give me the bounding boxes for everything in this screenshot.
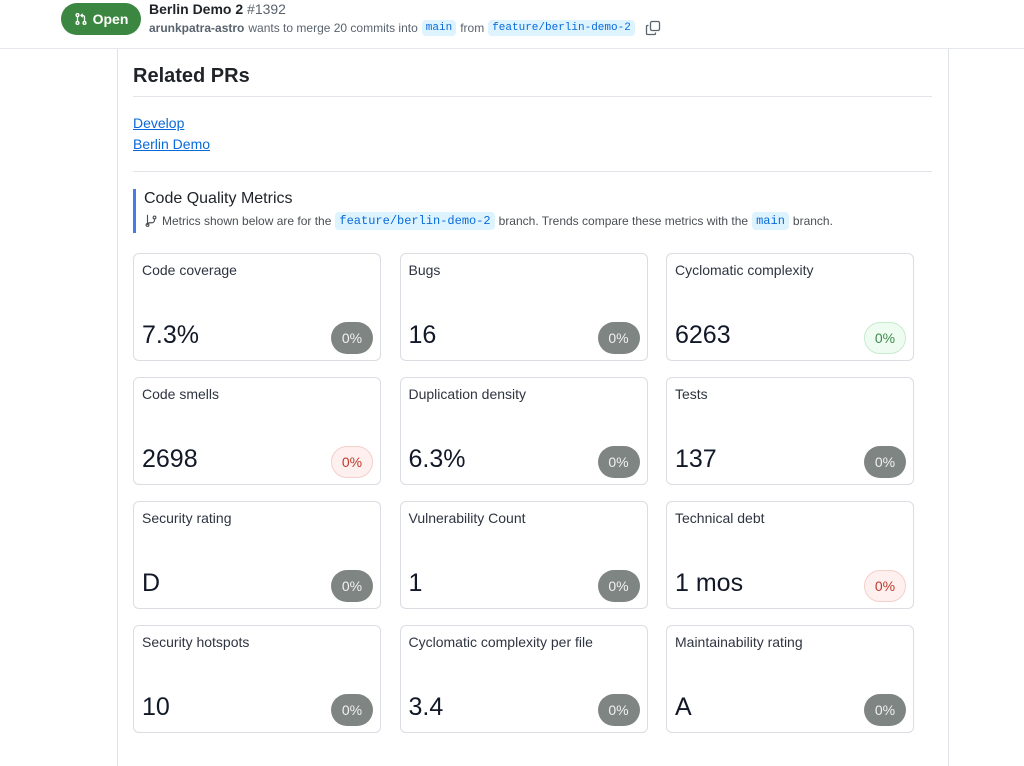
metric-trend-badge: 0% bbox=[331, 570, 373, 602]
metric-trend-badge: 0% bbox=[597, 570, 640, 602]
pr-header: Open Berlin Demo 2 #1392 arunkpatra-astr… bbox=[0, 0, 1024, 49]
metric-card-technical-debt: Technical debt 1 mos 0% bbox=[666, 501, 914, 609]
metric-card-tests: Tests 137 0% bbox=[666, 377, 914, 485]
desc-suffix: branch. bbox=[792, 214, 833, 228]
metric-value: 16 bbox=[408, 321, 437, 349]
head-branch-link[interactable]: feature/berlin-demo-2 bbox=[488, 20, 635, 36]
metric-trend-badge: 0% bbox=[864, 570, 906, 602]
related-prs-heading: Related PRs bbox=[133, 65, 250, 87]
metric-card-vulnerability-count: Vulnerability Count 1 0% bbox=[399, 501, 648, 609]
metric-value: 1 bbox=[408, 569, 423, 597]
metric-card-bugs: Bugs 16 0% bbox=[399, 253, 648, 361]
metric-card-security-hotspots: Security hotspots 10 0% bbox=[133, 625, 381, 733]
metric-trend-badge: 0% bbox=[597, 446, 640, 478]
pr-title: Berlin Demo 2 #1392 bbox=[149, 1, 286, 17]
metrics-grid: Code coverage 7.3% 0% Bugs 16 0% Cycloma… bbox=[133, 253, 914, 733]
metric-card-cyclomatic-complexity: Cyclomatic complexity 6263 0% bbox=[666, 253, 914, 361]
metric-label: Duplication density bbox=[408, 386, 527, 402]
pr-title-text: Berlin Demo 2 bbox=[149, 1, 244, 17]
metric-card-cyclomatic-complexity-per-file: Cyclomatic complexity per file 3.4 0% bbox=[399, 625, 648, 733]
metric-card-maintainability-rating: Maintainability rating A 0% bbox=[666, 625, 914, 733]
code-quality-description: Metrics shown below are for the feature/… bbox=[144, 212, 833, 230]
pr-state-badge: Open bbox=[61, 3, 141, 35]
metric-trend-badge: 0% bbox=[597, 322, 640, 354]
git-branch-icon bbox=[145, 214, 157, 227]
metric-value: 10 bbox=[142, 693, 170, 721]
metric-value: 3.4 bbox=[408, 693, 444, 721]
desc-middle: branch. Trends compare these metrics wit… bbox=[498, 214, 749, 228]
base-branch-link[interactable]: main bbox=[421, 20, 457, 36]
metric-label: Vulnerability Count bbox=[408, 510, 526, 526]
metric-label: Code smells bbox=[142, 386, 220, 402]
metric-trend-badge: 0% bbox=[864, 694, 906, 726]
metric-card-code-coverage: Code coverage 7.3% 0% bbox=[133, 253, 381, 361]
code-quality-heading: Code Quality Metrics bbox=[144, 190, 293, 207]
metrics-branch: feature/berlin-demo-2 bbox=[335, 212, 495, 230]
section-accent-bar bbox=[133, 189, 136, 233]
metric-trend-badge: 0% bbox=[331, 446, 373, 478]
metric-label: Code coverage bbox=[142, 262, 237, 278]
metric-trend-badge: 0% bbox=[597, 694, 640, 726]
divider bbox=[133, 171, 932, 172]
compare-branch: main bbox=[752, 212, 789, 230]
copy-icon[interactable] bbox=[645, 20, 661, 36]
metric-trend-badge: 0% bbox=[331, 322, 373, 354]
pr-number: #1392 bbox=[247, 1, 286, 17]
related-pr-link-berlin-demo[interactable]: Berlin Demo bbox=[133, 136, 210, 152]
related-pr-link-develop[interactable]: Develop bbox=[133, 115, 184, 131]
metric-value: 1 mos bbox=[675, 569, 744, 597]
metric-label: Cyclomatic complexity per file bbox=[408, 634, 593, 650]
metric-value: 7.3% bbox=[142, 321, 199, 349]
metric-label: Security hotspots bbox=[142, 634, 250, 650]
metric-card-duplication-density: Duplication density 6.3% 0% bbox=[399, 377, 648, 485]
metric-trend-badge: 0% bbox=[331, 694, 373, 726]
metric-card-code-smells: Code smells 2698 0% bbox=[133, 377, 381, 485]
metric-label: Maintainability rating bbox=[675, 634, 803, 650]
metric-value: D bbox=[142, 569, 161, 597]
git-pull-request-icon bbox=[75, 13, 87, 25]
metric-value: 6263 bbox=[675, 321, 731, 349]
merge-text: wants to merge 20 commits into bbox=[248, 21, 418, 35]
metric-card-security-rating: Security rating D 0% bbox=[133, 501, 381, 609]
metric-label: Tests bbox=[675, 386, 708, 402]
metric-trend-badge: 0% bbox=[864, 446, 906, 478]
metric-label: Technical debt bbox=[675, 510, 765, 526]
metric-label: Security rating bbox=[142, 510, 232, 526]
metric-value: 6.3% bbox=[408, 445, 466, 473]
divider bbox=[133, 96, 932, 97]
from-text: from bbox=[460, 21, 485, 35]
metric-label: Bugs bbox=[408, 262, 441, 278]
metric-label: Cyclomatic complexity bbox=[675, 262, 814, 278]
metric-trend-badge: 0% bbox=[864, 322, 906, 354]
metric-value: A bbox=[675, 693, 692, 721]
pr-author-link[interactable]: arunkpatra-astro bbox=[149, 21, 244, 35]
pr-state-label: Open bbox=[92, 11, 129, 27]
pr-merge-info: arunkpatra-astro wants to merge 20 commi… bbox=[149, 20, 661, 36]
metric-value: 2698 bbox=[142, 445, 198, 473]
metric-value: 137 bbox=[675, 445, 717, 473]
desc-prefix: Metrics shown below are for the bbox=[162, 214, 332, 228]
